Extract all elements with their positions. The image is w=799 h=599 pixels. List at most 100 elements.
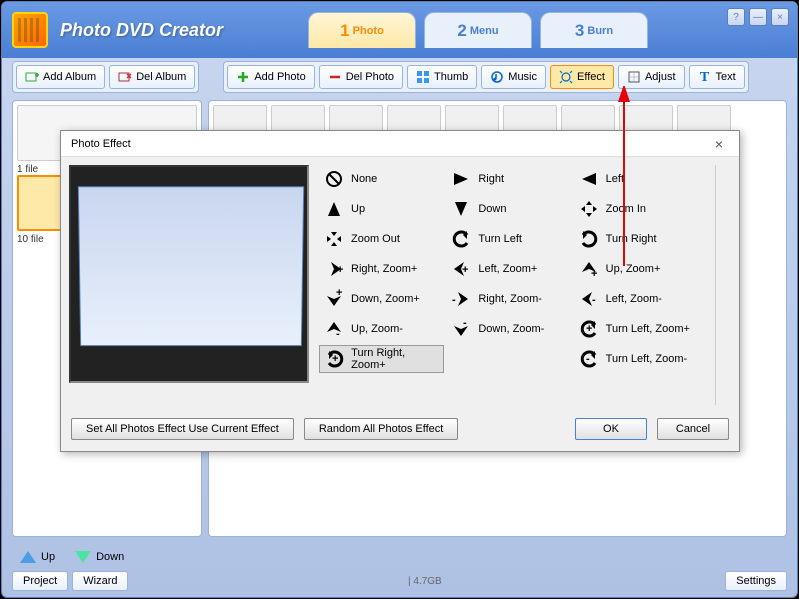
effect-down-zoomp[interactable]: +Down, Zoom+ — [319, 285, 444, 313]
effect-turn-right-zoomp[interactable]: +Turn Right, Zoom+ — [319, 345, 444, 373]
svg-text:-: - — [336, 328, 340, 339]
effect-right[interactable]: Right — [446, 165, 571, 193]
down-zoomm-icon: - — [450, 318, 472, 340]
toolbar-group-photo: Add Photo Del Photo Thumb Music Effect A… — [223, 61, 748, 93]
effect-turn-right[interactable]: Turn Right — [574, 225, 699, 253]
plus-icon — [236, 70, 250, 84]
settings-button[interactable]: Settings — [725, 571, 787, 591]
text-icon: T — [698, 70, 712, 84]
effect-turn-left-zoomp[interactable]: +Turn Left, Zoom+ — [574, 315, 699, 343]
effect-right-zoomp[interactable]: +Right, Zoom+ — [319, 255, 444, 283]
thumb-icon — [416, 70, 430, 84]
add-album-icon — [25, 70, 39, 84]
right-zoomp-icon: + — [323, 258, 345, 280]
step-tabs: 1Photo 2Menu 3Burn — [308, 12, 648, 48]
none-icon — [323, 168, 345, 190]
effect-icon — [559, 70, 573, 84]
left-icon — [578, 168, 600, 190]
effect-none[interactable]: None — [319, 165, 444, 193]
up-arrow-icon — [20, 551, 36, 563]
down-button[interactable]: Down — [75, 551, 124, 563]
dialog-title: Photo Effect — [71, 138, 131, 150]
adjust-button[interactable]: Adjust — [618, 65, 685, 89]
right-icon — [450, 168, 472, 190]
down-icon — [450, 198, 472, 220]
zoom-in-icon — [578, 198, 600, 220]
dialog-body: None Right Left Up Down Zoom In Zoom Out… — [61, 157, 739, 413]
music-button[interactable]: Music — [481, 65, 546, 89]
adjust-icon — [627, 70, 641, 84]
turn-left-icon — [450, 228, 472, 250]
svg-text:+: + — [332, 353, 338, 365]
del-album-icon — [118, 70, 132, 84]
effect-scrollbar[interactable] — [715, 165, 731, 405]
turn-left-zoomp-icon: + — [578, 318, 600, 340]
del-photo-button[interactable]: Del Photo — [319, 65, 403, 89]
svg-text:-: - — [463, 319, 467, 329]
svg-text:-: - — [592, 294, 596, 306]
effect-left-zoomm[interactable]: -Left, Zoom- — [574, 285, 699, 313]
effect-preview — [69, 165, 309, 383]
right-zoomm-icon: - — [450, 288, 472, 310]
svg-text:+: + — [462, 264, 468, 276]
close-button[interactable]: × — [771, 8, 789, 26]
toolbar: Add Album Del Album Add Photo Del Photo … — [12, 58, 787, 96]
effect-turn-left[interactable]: Turn Left — [446, 225, 571, 253]
turn-right-zoomp-icon: + — [324, 348, 345, 370]
effect-up-zoomp[interactable]: +Up, Zoom+ — [574, 255, 699, 283]
svg-text:-: - — [452, 294, 456, 306]
title-bar: Photo DVD Creator 1Photo 2Menu 3Burn ? —… — [2, 2, 797, 58]
cancel-button[interactable]: Cancel — [657, 418, 729, 440]
add-photo-button[interactable]: Add Photo — [227, 65, 314, 89]
tab-menu[interactable]: 2Menu — [424, 12, 532, 48]
left-zoomm-icon: - — [578, 288, 600, 310]
up-button[interactable]: Up — [20, 551, 55, 563]
status-bar: Project Wizard | 4.7GB Settings — [12, 569, 787, 593]
down-arrow-icon — [75, 551, 91, 563]
effect-left-zoomp[interactable]: +Left, Zoom+ — [446, 255, 571, 283]
project-button[interactable]: Project — [12, 571, 68, 591]
ok-button[interactable]: OK — [575, 418, 647, 440]
minimize-button[interactable]: — — [749, 8, 767, 26]
up-zoomp-icon: + — [578, 258, 600, 280]
app-logo-icon — [12, 12, 48, 48]
del-album-button[interactable]: Del Album — [109, 65, 195, 89]
effect-zoom-out[interactable]: Zoom Out — [319, 225, 444, 253]
effect-down-zoomm[interactable]: -Down, Zoom- — [446, 315, 571, 343]
left-zoomp-icon: + — [450, 258, 472, 280]
svg-text:-: - — [586, 353, 590, 365]
svg-text:+: + — [337, 264, 343, 276]
help-button[interactable]: ? — [727, 8, 745, 26]
effect-up[interactable]: Up — [319, 195, 444, 223]
zoom-out-icon — [323, 228, 345, 250]
effect-button[interactable]: Effect — [550, 65, 614, 89]
set-all-effect-button[interactable]: Set All Photos Effect Use Current Effect — [71, 418, 294, 440]
dialog-title-bar: Photo Effect × — [61, 131, 739, 157]
effect-up-zoomm[interactable]: -Up, Zoom- — [319, 315, 444, 343]
wizard-button[interactable]: Wizard — [72, 571, 128, 591]
disk-size-label: | 4.7GB — [408, 576, 442, 587]
random-effect-button[interactable]: Random All Photos Effect — [304, 418, 459, 440]
turn-left-zoomm-icon: - — [578, 348, 600, 370]
effect-turn-left-zoomm[interactable]: -Turn Left, Zoom- — [574, 345, 699, 373]
turn-right-icon — [578, 228, 600, 250]
down-zoomp-icon: + — [323, 288, 345, 310]
svg-text:+: + — [591, 268, 597, 279]
dialog-close-button[interactable]: × — [709, 134, 729, 154]
text-button[interactable]: TText — [689, 65, 745, 89]
preview-image — [78, 186, 304, 346]
toolbar-group-album: Add Album Del Album — [12, 61, 199, 93]
effect-left[interactable]: Left — [574, 165, 699, 193]
tab-burn[interactable]: 3Burn — [540, 12, 648, 48]
dialog-footer: Set All Photos Effect Use Current Effect… — [61, 413, 739, 445]
tab-photo[interactable]: 1Photo — [308, 12, 416, 48]
add-album-button[interactable]: Add Album — [16, 65, 105, 89]
effect-zoom-in[interactable]: Zoom In — [574, 195, 699, 223]
app-title: Photo DVD Creator — [60, 20, 223, 41]
window-controls: ? — × — [727, 8, 789, 26]
effect-right-zoomm[interactable]: -Right, Zoom- — [446, 285, 571, 313]
effect-down[interactable]: Down — [446, 195, 571, 223]
thumb-button[interactable]: Thumb — [407, 65, 477, 89]
up-zoomm-icon: - — [323, 318, 345, 340]
svg-text:+: + — [586, 323, 592, 335]
